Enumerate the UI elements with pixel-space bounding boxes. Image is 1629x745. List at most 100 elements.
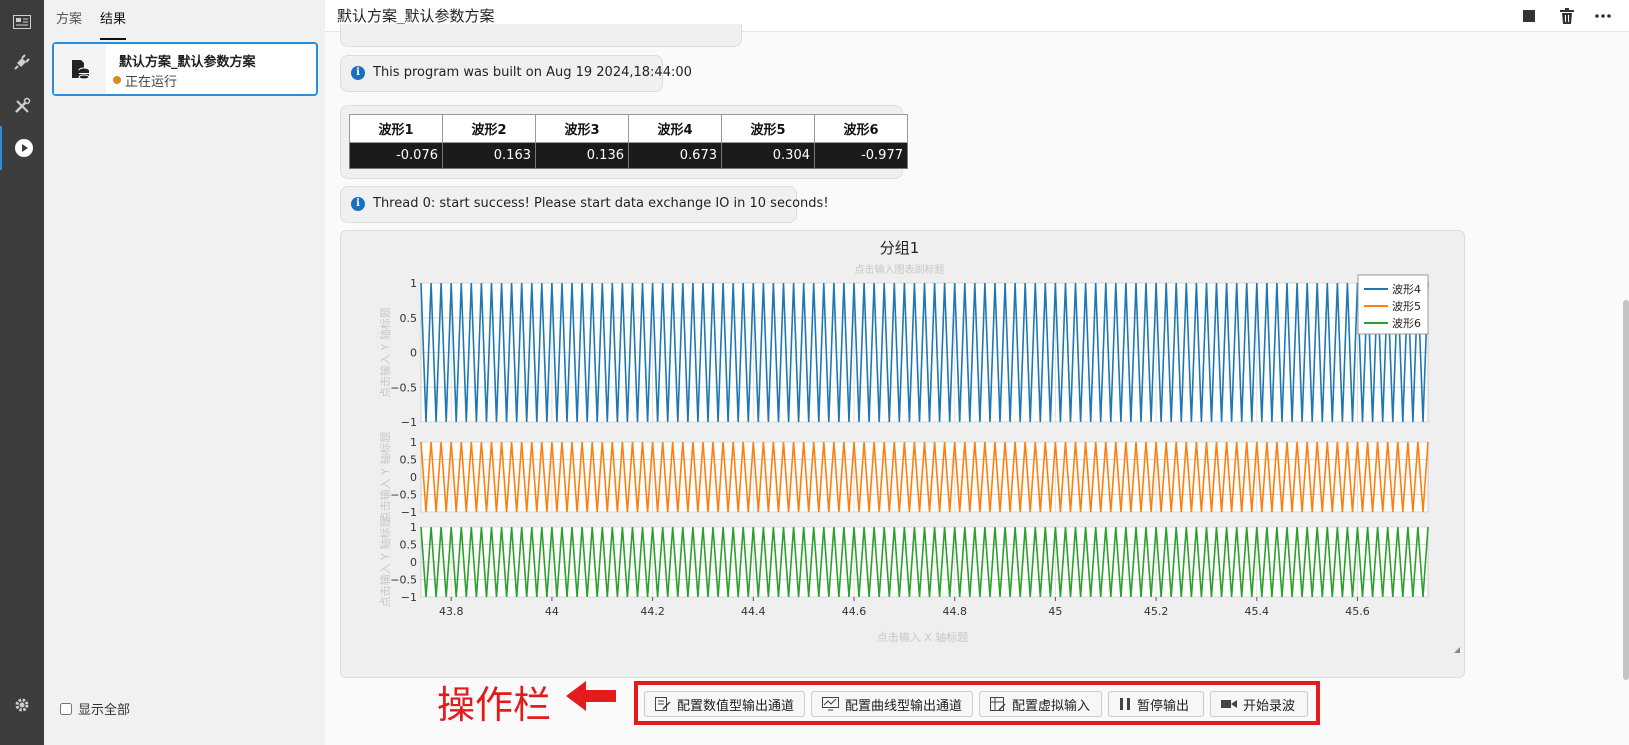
- show-all-toggle[interactable]: 显示全部: [60, 699, 130, 718]
- tools-icon[interactable]: [0, 84, 44, 128]
- y-axis-title: 点击输入 Y 轴标题: [378, 307, 392, 398]
- x-tick-label: 45.4: [1245, 605, 1270, 618]
- action-label: 开始录波: [1243, 698, 1296, 714]
- y-tick-label: 1: [410, 277, 417, 290]
- pause-icon: [1120, 698, 1130, 710]
- y-tick-label: 1: [410, 436, 417, 449]
- vertical-scrollbar[interactable]: [1623, 300, 1629, 680]
- plug-icon[interactable]: [0, 40, 44, 84]
- sidebar: 方案 结果 默认方案_默认参数方案 正在运行 显示全部: [44, 0, 325, 745]
- show-all-label: 显示全部: [78, 703, 131, 718]
- trash-icon[interactable]: [1557, 6, 1577, 26]
- x-axis-title: 点击输入 X 轴标题: [877, 630, 969, 644]
- x-tick-label: 44: [545, 605, 559, 618]
- arrow-left-icon: [566, 681, 616, 711]
- y-tick-label: 0: [410, 556, 417, 569]
- edit-icon: [655, 697, 671, 711]
- tab-results[interactable]: 结果: [100, 8, 126, 27]
- config-curve-output-button[interactable]: 配置曲线型输出通道: [811, 691, 973, 717]
- action-label: 配置曲线型输出通道: [844, 698, 962, 714]
- x-tick-label: 45: [1048, 605, 1062, 618]
- table-header: 波形4: [628, 114, 722, 143]
- table-cell: -0.977: [814, 142, 908, 169]
- legend-label: 波形4: [1392, 283, 1421, 296]
- waveform-chart[interactable]: 分组1 点击输入图表副标题 1 0.5 0 −0.5 −1 点击输入 Y 轴标题 1 0.5 0 −0…: [341, 231, 1464, 677]
- y-tick-label: −0.5: [390, 489, 417, 502]
- table-cell: -0.076: [349, 142, 443, 169]
- card-title: 默认方案_默认参数方案: [119, 55, 256, 70]
- main-panel: 默认方案_默认参数方案 i This program was built on …: [325, 0, 1629, 745]
- y-tick-label: 0: [410, 347, 417, 360]
- tab-plans[interactable]: 方案: [56, 8, 82, 27]
- result-card[interactable]: 默认方案_默认参数方案 正在运行: [52, 42, 318, 96]
- table-header-row: 波形1 波形2 波形3 波形4 波形5 波形6: [349, 114, 908, 143]
- config-virtual-input-button[interactable]: 配置虚拟输入: [979, 691, 1102, 717]
- table-header: 波形2: [442, 114, 536, 143]
- action-label: 配置虚拟输入: [1012, 698, 1091, 714]
- y-axis-title: 点击输入 Y 轴标题: [378, 517, 392, 608]
- x-tick-label: 45.6: [1345, 605, 1370, 618]
- action-bar: 配置数值型输出通道 配置曲线型输出通道 配置虚拟输入 暂停输出 开始录波: [634, 681, 1320, 725]
- build-message: i This program was built on Aug 19 2024,…: [351, 65, 692, 80]
- database-file-icon: [54, 44, 106, 94]
- y-tick-label: −1: [401, 591, 417, 604]
- show-all-checkbox[interactable]: [60, 702, 72, 715]
- monitor-chart-icon: [822, 697, 839, 711]
- thread-message: i Thread 0: start success! Please start …: [351, 196, 829, 211]
- info-icon: i: [351, 65, 365, 80]
- y-tick-label: 0: [410, 471, 417, 484]
- y-tick-label: −1: [401, 506, 417, 519]
- y-tick-label: −0.5: [390, 574, 417, 587]
- status-text: 正在运行: [125, 75, 178, 90]
- sidebar-tabs: 方案 结果: [44, 0, 325, 40]
- chart-subtitle: 点击输入图表副标题: [855, 263, 945, 276]
- info-icon: i: [351, 196, 365, 211]
- grid-edit-icon: [990, 697, 1006, 711]
- x-tick-label: 45.2: [1144, 605, 1169, 618]
- y-tick-label: −0.5: [390, 381, 417, 394]
- resize-handle-icon: [1454, 647, 1460, 653]
- table-header: 波形5: [721, 114, 815, 143]
- y-tick-label: 0.5: [400, 454, 418, 467]
- activity-bar: [0, 0, 44, 745]
- more-icon[interactable]: [1593, 6, 1613, 26]
- y-axis-title: 点击输入 Y 轴标题: [378, 432, 392, 523]
- x-tick-label: 44.4: [741, 605, 766, 618]
- y-tick-label: 0.5: [400, 539, 418, 552]
- dashboard-icon[interactable]: [0, 0, 44, 44]
- x-tick-label: 43.8: [439, 605, 464, 618]
- y-tick-label: −1: [401, 416, 417, 429]
- status-badge: 正在运行: [113, 71, 178, 90]
- action-label: 配置数值型输出通道: [676, 698, 794, 714]
- stop-icon[interactable]: [1519, 6, 1539, 26]
- table-row: -0.076 0.163 0.136 0.673 0.304 -0.977: [349, 142, 908, 169]
- status-dot: [113, 76, 121, 84]
- thread-message-text: Thread 0: start success! Please start da…: [373, 196, 829, 211]
- pause-output-button[interactable]: 暂停输出: [1108, 691, 1204, 717]
- x-tick-label: 44.6: [842, 605, 867, 618]
- chart-title: 分组1: [880, 239, 920, 257]
- play-icon[interactable]: [0, 126, 46, 170]
- table-header: 波形6: [814, 114, 908, 143]
- table-cell: 0.673: [628, 142, 722, 169]
- legend-label: 波形5: [1392, 300, 1421, 313]
- message-bubble-partial: [340, 24, 742, 47]
- build-message-text: This program was built on Aug 19 2024,18…: [373, 65, 692, 80]
- table-header: 波形3: [535, 114, 629, 143]
- y-tick-label: 1: [410, 521, 417, 534]
- x-tick-label: 44.8: [942, 605, 967, 618]
- video-icon: [1221, 700, 1237, 708]
- y-tick-label: 0.5: [400, 312, 418, 325]
- gear-icon[interactable]: [0, 683, 44, 727]
- start-recording-button[interactable]: 开始录波: [1210, 691, 1308, 717]
- action-label: 暂停输出: [1137, 698, 1190, 714]
- table-cell: 0.163: [442, 142, 536, 169]
- page-title: 默认方案_默认参数方案: [337, 7, 495, 25]
- x-tick-label: 44.2: [640, 605, 665, 618]
- config-numeric-output-button[interactable]: 配置数值型输出通道: [644, 691, 805, 717]
- annotation-label: 操作栏: [437, 683, 552, 727]
- value-table: 波形1 波形2 波形3 波形4 波形5 波形6 -0.076 0.163 0.1…: [349, 114, 908, 169]
- active-tab-indicator: [100, 38, 126, 40]
- chart-panel: 分组1 点击输入图表副标题 1 0.5 0 −0.5 −1 点击输入 Y 轴标题 1 0.5 0 −0…: [340, 230, 1465, 678]
- table-cell: 0.304: [721, 142, 815, 169]
